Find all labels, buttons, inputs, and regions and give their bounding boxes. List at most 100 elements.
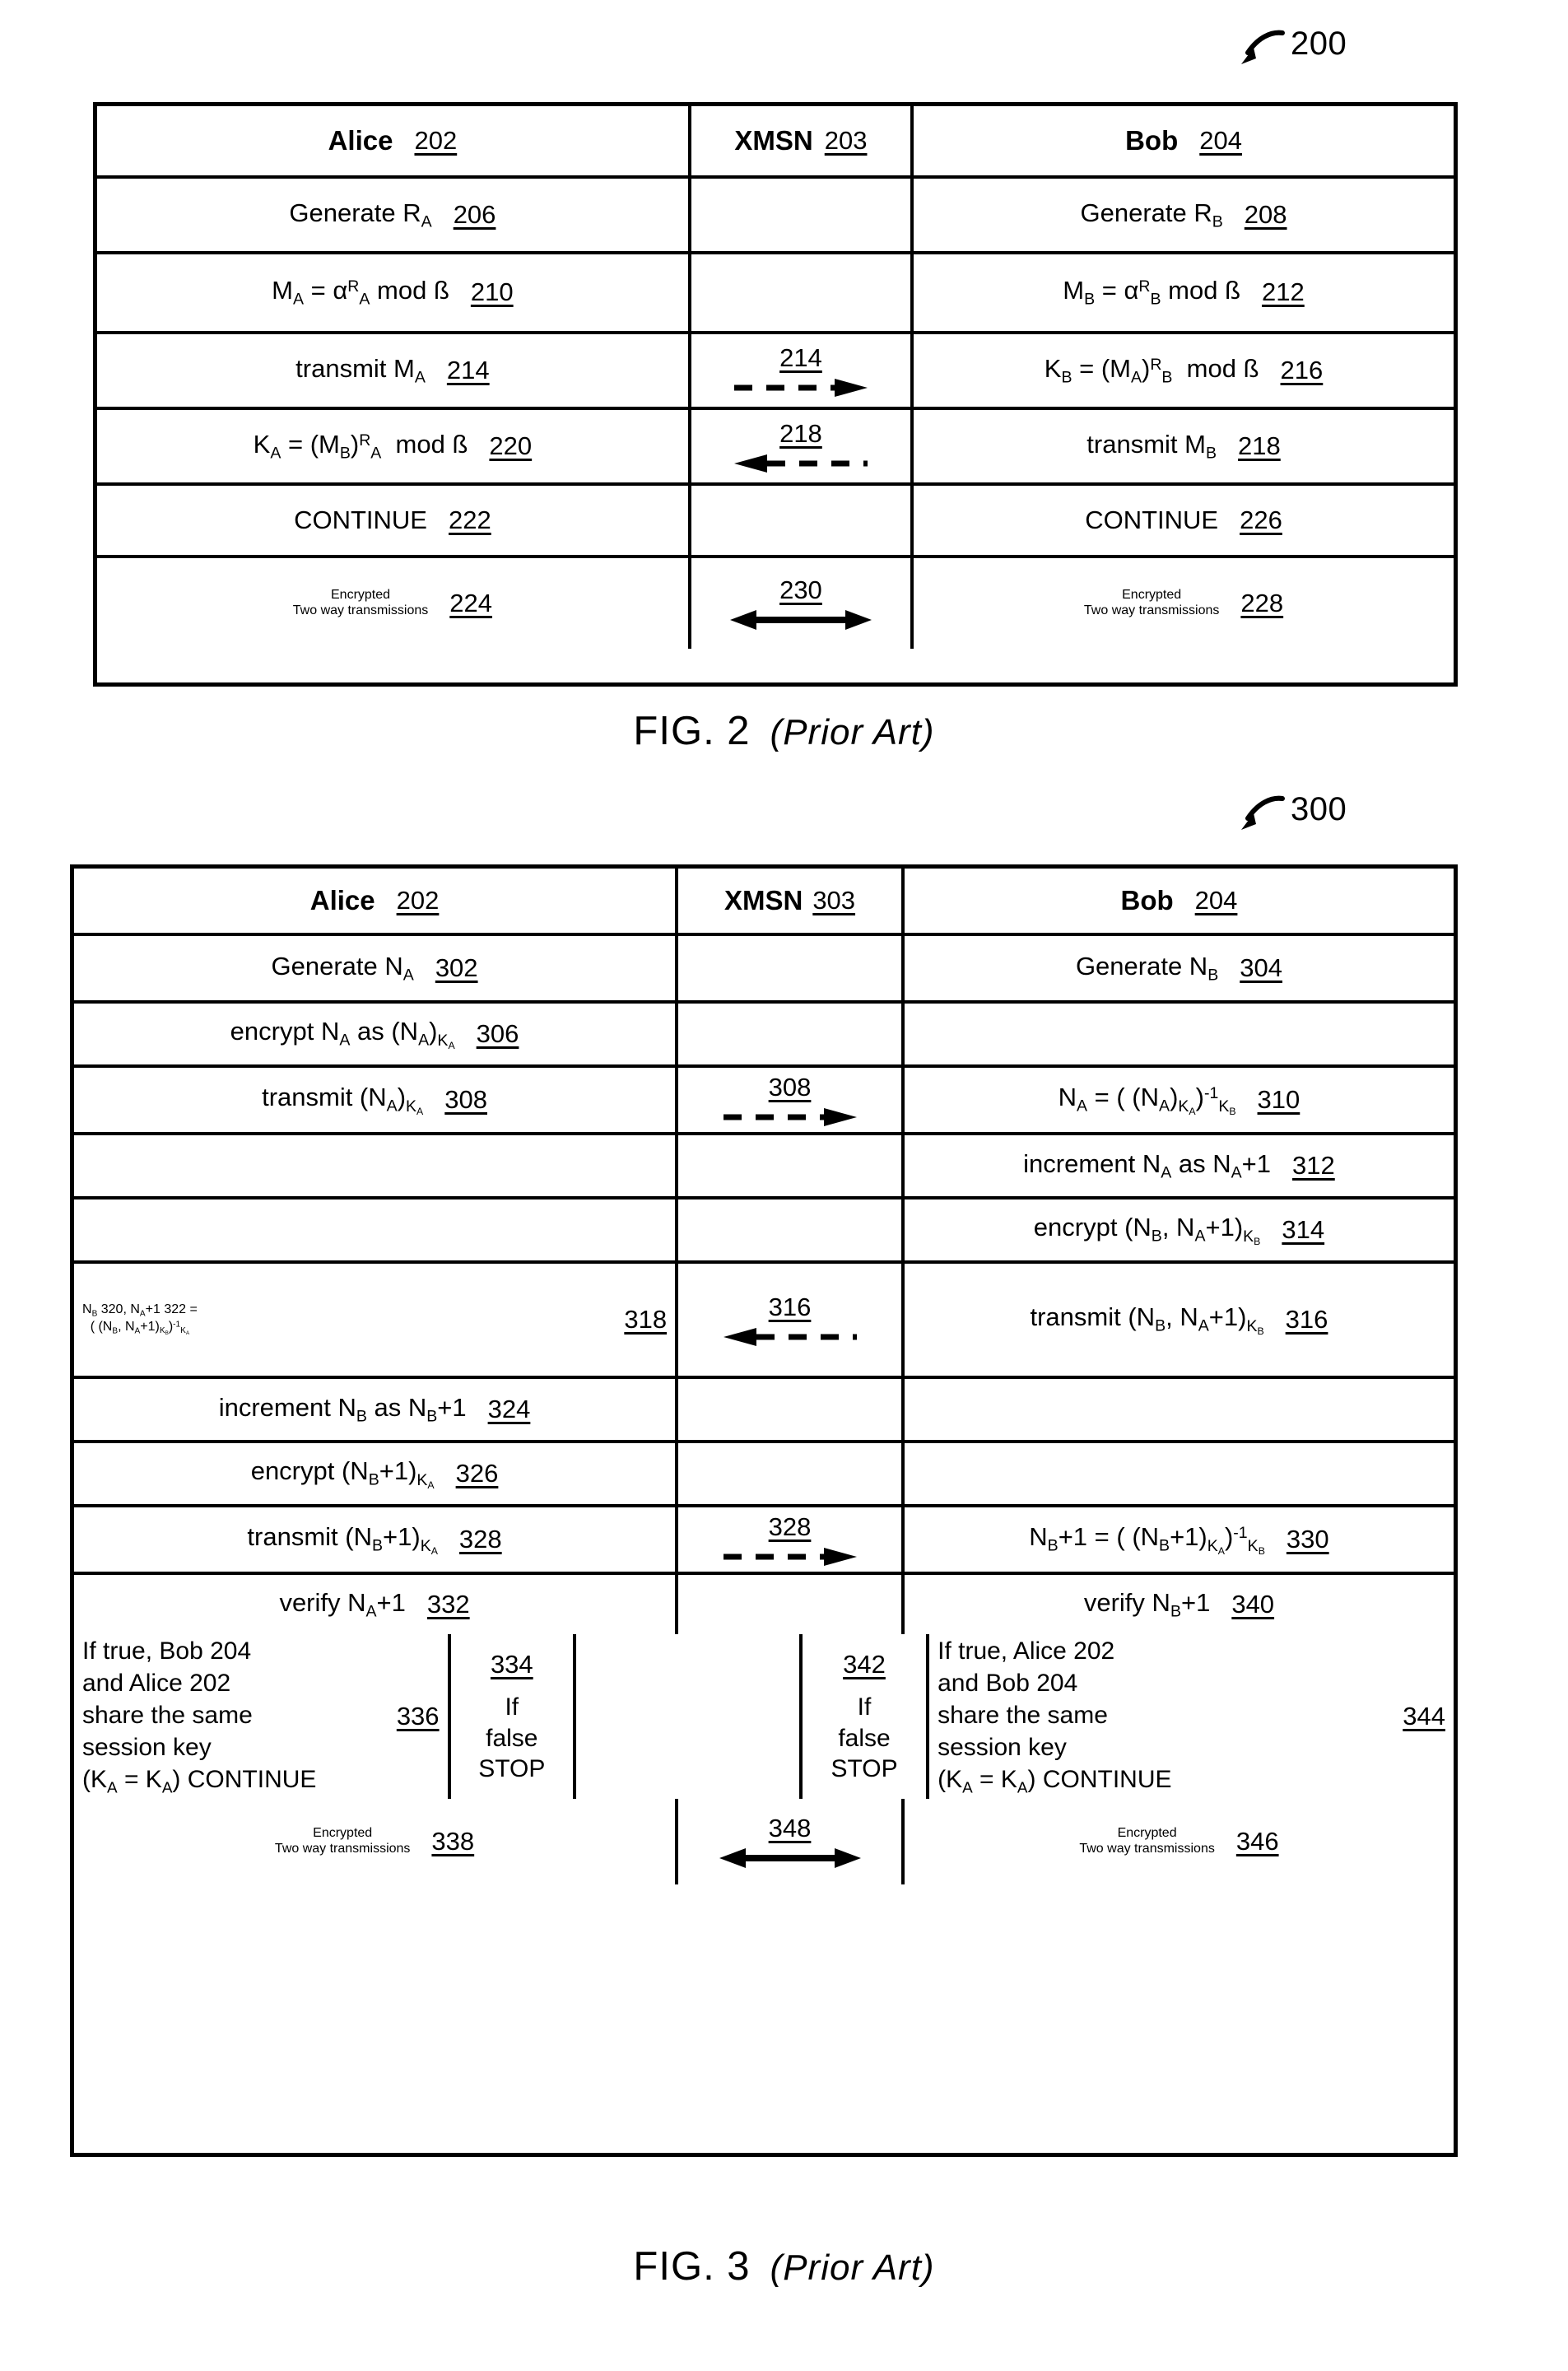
- table-row: encrypt (NB+1)KA 326: [74, 1443, 1454, 1507]
- double-headed-arrow-icon: [719, 1848, 861, 1868]
- figure3-row1-bob-cell: [905, 1004, 1454, 1064]
- figure3-final-bob-ref: 346: [1235, 1827, 1279, 1856]
- figure3-row8-alice-cell: transmit (NB+1)KA 328: [74, 1507, 679, 1572]
- cell-text: Generate RB: [1080, 198, 1223, 231]
- figure3-body: Generate NA 302 Generate NB 304 encrypt NA a…: [74, 936, 1454, 1634]
- figure2-row2-xmsn-arrowbox: 214: [691, 343, 910, 398]
- table-row: transmit MA 214 214 KB = (MA)RB mod ß 216: [97, 334, 1454, 410]
- figure2-row2-alice-cell: transmit MA 214: [97, 334, 691, 407]
- table-row: transmit (NB+1)KA 328 328 NB+1 = ( (NB+1)KA…: [74, 1507, 1454, 1575]
- figure3-row0-bob-cell: Generate NB 304: [905, 936, 1454, 1000]
- cell-text: Generate NA: [271, 951, 414, 985]
- figure3-row2-alice-ref: 308: [444, 1084, 487, 1114]
- cell-text: CONTINUE: [294, 505, 427, 535]
- figure3-if-false-right-line: false: [838, 1724, 891, 1752]
- figure3-final-bob-cell: Encrypted Two way transmissions 346: [905, 1799, 1454, 1884]
- figure3-callout: 300: [1235, 784, 1347, 835]
- figure2-row2-xmsn-ref: 214: [779, 343, 822, 372]
- figure3-row3-xmsn-cell: [678, 1135, 905, 1196]
- cell-text-line: Encrypted: [1122, 588, 1182, 603]
- figure3-row8-alice-ref: 328: [458, 1524, 502, 1553]
- figure3-if-true-alice-line: share the same: [82, 1701, 253, 1729]
- figure2-header-bob: Bob 204: [914, 106, 1454, 175]
- figure3-row7-alice-ref: 326: [455, 1458, 499, 1488]
- figure3-row9-xmsn-cell: [678, 1575, 905, 1634]
- column-ref: 204: [1194, 886, 1238, 915]
- figure2-row0-bob-ref: 208: [1244, 199, 1287, 229]
- cell-text: transmit (NB+1)KA: [247, 1522, 438, 1557]
- figure2-row4-alice-ref: 222: [448, 505, 491, 534]
- column-label: Alice: [309, 884, 375, 915]
- figure3-if-true-bob-line: share the same: [938, 1701, 1108, 1729]
- figure3-if-true-alice-cell: If true, Bob 204 and Alice 202 share the s…: [74, 1634, 451, 1799]
- figure3-final-alice-cell: Encrypted Two way transmissions 338: [74, 1799, 679, 1884]
- figure3-if-true-alice-line: session key: [82, 1733, 212, 1761]
- column-ref: 202: [414, 126, 458, 155]
- figure2-row5-alice-ref: 224: [449, 589, 493, 617]
- table-row: verify NA+1 332 verify NB+1 340: [74, 1575, 1454, 1634]
- cell-text: encrypt (NB, NA+1)KB: [1033, 1213, 1261, 1247]
- double-headed-arrow-icon: [729, 610, 872, 630]
- figure3-if-true-alice-line: (KA = KA) CONTINUE: [82, 1765, 317, 1796]
- cell-text: encrypt (NB+1)KA: [250, 1456, 435, 1491]
- figure2-row0-alice-cell: Generate RA 206: [97, 179, 691, 251]
- column-label: Bob: [1120, 884, 1174, 915]
- conditional-row: If true, Bob 204 and Alice 202 share the s…: [74, 1634, 1454, 1799]
- figure3-row5-xmsn-cell: 316: [678, 1264, 905, 1376]
- figure2-row1-bob-cell: MB = αRB mod ß 212: [914, 254, 1454, 331]
- figure3-row4-xmsn-cell: [678, 1199, 905, 1260]
- cell-text: NB 320, NA+1 322 =( (NB, NA+1)KB)-1KA: [82, 1302, 198, 1336]
- figure3-caption-note: (Prior Art): [770, 2248, 935, 2288]
- table-row: transmit (NA)KA 308 308 NA = ( (NA)KA)-1KB 3…: [74, 1068, 1454, 1135]
- figure3-row1-xmsn-cell: [678, 1004, 905, 1064]
- dashed-left-arrow-icon: [733, 454, 868, 473]
- figure3-row8-bob-ref: 330: [1286, 1524, 1329, 1553]
- figure2-row3-xmsn-cell: 218: [691, 410, 914, 482]
- figure3-row1-alice-ref: 306: [476, 1018, 519, 1048]
- cell-text: increment NB as NB+1: [218, 1392, 467, 1426]
- figure3-table: Alice 202 XMSN 303 Bob 204 Generate NA 30…: [70, 864, 1458, 2157]
- figure2-row5-xmsn-cell: 230: [691, 558, 914, 649]
- figure3-row2-bob-cell: NA = ( (NA)KA)-1KB 310: [905, 1068, 1454, 1132]
- figure3-callout-number: 300: [1291, 790, 1347, 827]
- column-ref: 303: [812, 886, 856, 915]
- figure2-row0-bob-cell: Generate RB 208: [914, 179, 1454, 251]
- patent-drawing-sheet: 200 Alice 202 XMSN 203 Bob 204 Generate …: [0, 0, 1568, 2371]
- table-row: Encrypted Two way transmissions 224 230 Encr…: [97, 558, 1454, 649]
- figure2-row4-xmsn-cell: [691, 486, 914, 555]
- figure3-row5-xmsn-arrowbox: 316: [678, 1293, 901, 1347]
- figure3-row6-alice-cell: increment NB as NB+1 324: [74, 1379, 679, 1440]
- figure3-row5-alice-cell: NB 320, NA+1 322 =( (NB, NA+1)KB)-1KA 318: [74, 1264, 679, 1376]
- figure3-row2-xmsn-cell: 308: [678, 1068, 905, 1132]
- figure3-if-true-bob-line: session key: [938, 1733, 1067, 1761]
- figure3-caption: FIG. 3 (Prior Art): [0, 2243, 1568, 2289]
- figure2-header-xmsn: XMSN 203: [691, 106, 914, 175]
- figure2-row5-xmsn-ref: 230: [779, 575, 822, 604]
- figure2-row5-xmsn-arrowbox: 230: [691, 575, 910, 631]
- table-row: increment NB as NB+1 324: [74, 1379, 1454, 1443]
- figure3-row5-alice-ref: 318: [624, 1305, 668, 1334]
- cell-text-line: Two way transmissions: [1083, 603, 1220, 617]
- figure3-conditional-xmsn-cell: [576, 1634, 803, 1799]
- figure3-row5-bob-cell: transmit (NB, NA+1)KB 316: [905, 1264, 1454, 1376]
- cell-text-line: Two way transmissions: [292, 603, 429, 617]
- cell-text: Encrypted Two way transmissions: [275, 1826, 411, 1857]
- figure3-final-xmsn-ref: 348: [768, 1814, 812, 1842]
- cell-text-line: Encrypted: [313, 1826, 373, 1841]
- cell-text-line: Two way transmissions: [1079, 1842, 1215, 1856]
- figure3-if-false-left-line: false: [486, 1724, 538, 1752]
- cell-text: Encrypted Two way transmissions: [1084, 588, 1220, 619]
- figure2-row4-bob-cell: CONTINUE 226: [914, 486, 1454, 555]
- figure2-caption-note: (Prior Art): [770, 712, 935, 752]
- table-row: Generate RA 206 Generate RB 208: [97, 179, 1454, 254]
- figure2-row3-alice-cell: KA = (MB)RA mod ß 220: [97, 410, 691, 482]
- dashed-left-arrow-icon: [723, 1328, 857, 1346]
- figure3-row5-xmsn-ref: 316: [768, 1293, 812, 1321]
- figure3-row8-bob-cell: NB+1 = ( (NB+1)KA)-1KB 330: [905, 1507, 1454, 1572]
- dashed-right-arrow-icon: [723, 1548, 857, 1566]
- figure3-if-false-left-line: If: [505, 1693, 519, 1721]
- figure2-row2-xmsn-cell: 214: [691, 334, 914, 407]
- figure3-if-false-left-cell: 334 If false STOP: [451, 1634, 577, 1799]
- figure3-row8-xmsn-ref: 328: [768, 1512, 812, 1541]
- figure3-row8-xmsn-arrowbox: 328: [678, 1512, 901, 1567]
